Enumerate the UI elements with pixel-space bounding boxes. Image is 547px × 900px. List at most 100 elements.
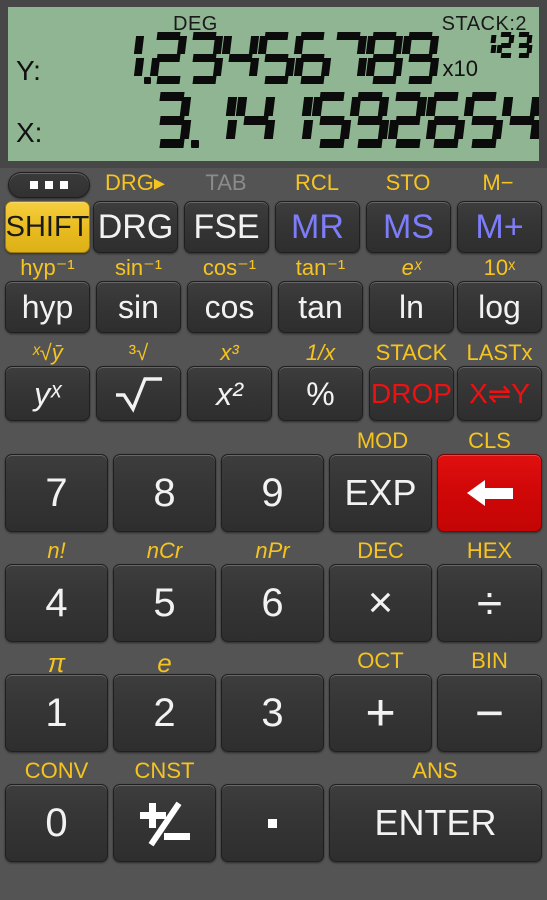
seven-segment-digit — [199, 92, 238, 148]
y-to-x-button[interactable]: yˣ — [5, 366, 90, 421]
shift-label-drg: DRG▸ — [105, 170, 165, 195]
seven-segment-digit — [479, 32, 497, 58]
shift-label-xth-root: ˣ√ȳ — [32, 340, 63, 365]
tan-button[interactable]: tan — [278, 281, 363, 333]
seven-segment-digit — [187, 32, 223, 84]
digit-0-button[interactable]: 0 — [5, 784, 108, 862]
digit-6-button[interactable]: 6 — [221, 564, 324, 642]
shift-button[interactable]: SHIFT — [5, 201, 90, 253]
shift-label-hyp-inv: hyp⁻¹ — [20, 255, 75, 280]
y-digits — [108, 32, 439, 84]
y-register-label: Y: — [16, 55, 41, 86]
shift-label-cnst: CNST — [134, 758, 195, 783]
seven-segment-digit — [311, 92, 352, 148]
row-456: n! nCr nPr DEC HEX 4 5 6 × ÷ — [0, 538, 547, 648]
row-shift: DRG▸ TAB RCL STO M− SHIFT DRG FSE MR MS … — [0, 168, 547, 253]
drg-button[interactable]: DRG — [93, 201, 178, 253]
shift-label-oct: OCT — [357, 648, 404, 673]
shift-label-bin: BIN — [471, 648, 508, 673]
enter-button[interactable]: ENTER — [329, 784, 542, 862]
decimal-point-button[interactable] — [221, 784, 324, 862]
row-123: π e OCT BIN 1 2 3 + − — [0, 648, 547, 758]
cos-button[interactable]: cos — [187, 281, 272, 333]
plus-button[interactable]: + — [329, 674, 432, 752]
digit-2-button[interactable]: 2 — [113, 674, 216, 752]
y-exponent-digits — [479, 32, 533, 58]
seven-segment-digit — [257, 32, 295, 84]
exponent-prefix: x10 — [442, 56, 478, 81]
sin-button[interactable]: sin — [96, 281, 181, 333]
digit-7-button[interactable]: 7 — [5, 454, 108, 532]
seven-segment-digit — [501, 92, 539, 148]
keypad: DRG▸ TAB RCL STO M− SHIFT DRG FSE MR MS … — [0, 168, 547, 900]
shift-label-tab: TAB — [205, 170, 247, 195]
x-digits — [153, 92, 539, 148]
lcd-bezel: DEG STACK:2 Y: X: x10 — [0, 0, 547, 168]
shift-label-m-minus: M− — [482, 170, 514, 195]
digit-4-button[interactable]: 4 — [5, 564, 108, 642]
row-789: MOD CLS 7 8 9 EXP — [0, 428, 547, 538]
shift-label-rcl: RCL — [294, 170, 339, 195]
x-register-label: X: — [16, 117, 43, 148]
drop-button[interactable]: DROP — [369, 366, 454, 421]
fse-button[interactable]: FSE — [184, 201, 269, 253]
shift-label-mod: MOD — [356, 428, 409, 453]
shift-label-cube-root: ³√ — [128, 340, 149, 365]
m-plus-button[interactable]: M+ — [457, 201, 542, 253]
divide-button[interactable]: ÷ — [437, 564, 542, 642]
seven-segment-digit — [293, 32, 331, 84]
seven-segment-digit — [496, 32, 515, 58]
seven-segment-digit — [365, 32, 403, 84]
sign-toggle-button[interactable] — [113, 784, 216, 862]
x-squared-button[interactable]: x² — [187, 366, 272, 421]
row-power: ˣ√ȳ ³√ х³ 1/x STACK LASTx yˣ x² % DROP X… — [0, 338, 547, 428]
sqrt-button[interactable] — [96, 366, 181, 421]
seven-segment-digit — [275, 92, 314, 148]
shift-label-10-to-x: 10ˣ — [483, 255, 516, 280]
row-bottom: CONV CNST ANS 0 ENTER — [0, 758, 547, 873]
shift-label-factorial: n! — [47, 538, 66, 563]
seven-segment-digit — [425, 92, 466, 148]
exp-button[interactable]: EXP — [329, 454, 432, 532]
lcd-display[interactable]: DEG STACK:2 Y: X: x10 — [8, 7, 539, 161]
multiply-button[interactable]: × — [329, 564, 432, 642]
seven-segment-digit — [387, 92, 428, 148]
log-button[interactable]: log — [457, 281, 542, 333]
percent-button[interactable]: % — [278, 366, 363, 421]
shift-label-lastx: LASTx — [466, 340, 533, 365]
shift-label-cos-inv: cos⁻¹ — [202, 255, 257, 280]
shift-label-sin-inv: sin⁻¹ — [114, 255, 163, 280]
mr-button[interactable]: MR — [275, 201, 360, 253]
hyp-button[interactable]: hyp — [5, 281, 90, 333]
sqrt-icon — [115, 376, 162, 413]
seven-segment-digit — [149, 32, 187, 84]
seven-segment-digit — [349, 92, 390, 148]
swap-xy-button[interactable]: X⇌Y — [457, 366, 542, 421]
minus-button[interactable]: − — [437, 674, 542, 752]
digit-9-button[interactable]: 9 — [221, 454, 324, 532]
dot-icon — [268, 818, 277, 828]
shift-label-conv: CONV — [24, 758, 89, 783]
backspace-button[interactable] — [437, 454, 542, 532]
digit-1-button[interactable]: 1 — [5, 674, 108, 752]
shift-label-dec: DEC — [357, 538, 404, 563]
seven-segment-digit — [221, 32, 259, 84]
seven-segment-digit — [463, 92, 504, 148]
y-register-value: x10 — [63, 32, 533, 84]
digit-8-button[interactable]: 8 — [113, 454, 216, 532]
digit-3-button[interactable]: 3 — [221, 674, 324, 752]
seven-segment-digit — [515, 32, 533, 58]
ms-button[interactable]: MS — [366, 201, 451, 253]
shift-label-sto: STO — [385, 170, 431, 195]
shift-label-reciprocal: 1/x — [305, 340, 336, 365]
shift-label-ans: ANS — [412, 758, 458, 783]
x-squared-label: x² — [216, 375, 243, 412]
ln-button[interactable]: ln — [369, 281, 454, 333]
plus-minus-icon — [139, 800, 190, 847]
digit-5-button[interactable]: 5 — [113, 564, 216, 642]
seven-segment-digit — [401, 32, 439, 84]
row-trig: hyp⁻¹ sin⁻¹ cos⁻¹ tan⁻¹ eˣ 10ˣ hyp sin c… — [0, 253, 547, 338]
shift-label-hex: HEX — [466, 538, 513, 563]
ellipsis-icon — [30, 181, 68, 189]
menu-button[interactable] — [8, 172, 90, 198]
